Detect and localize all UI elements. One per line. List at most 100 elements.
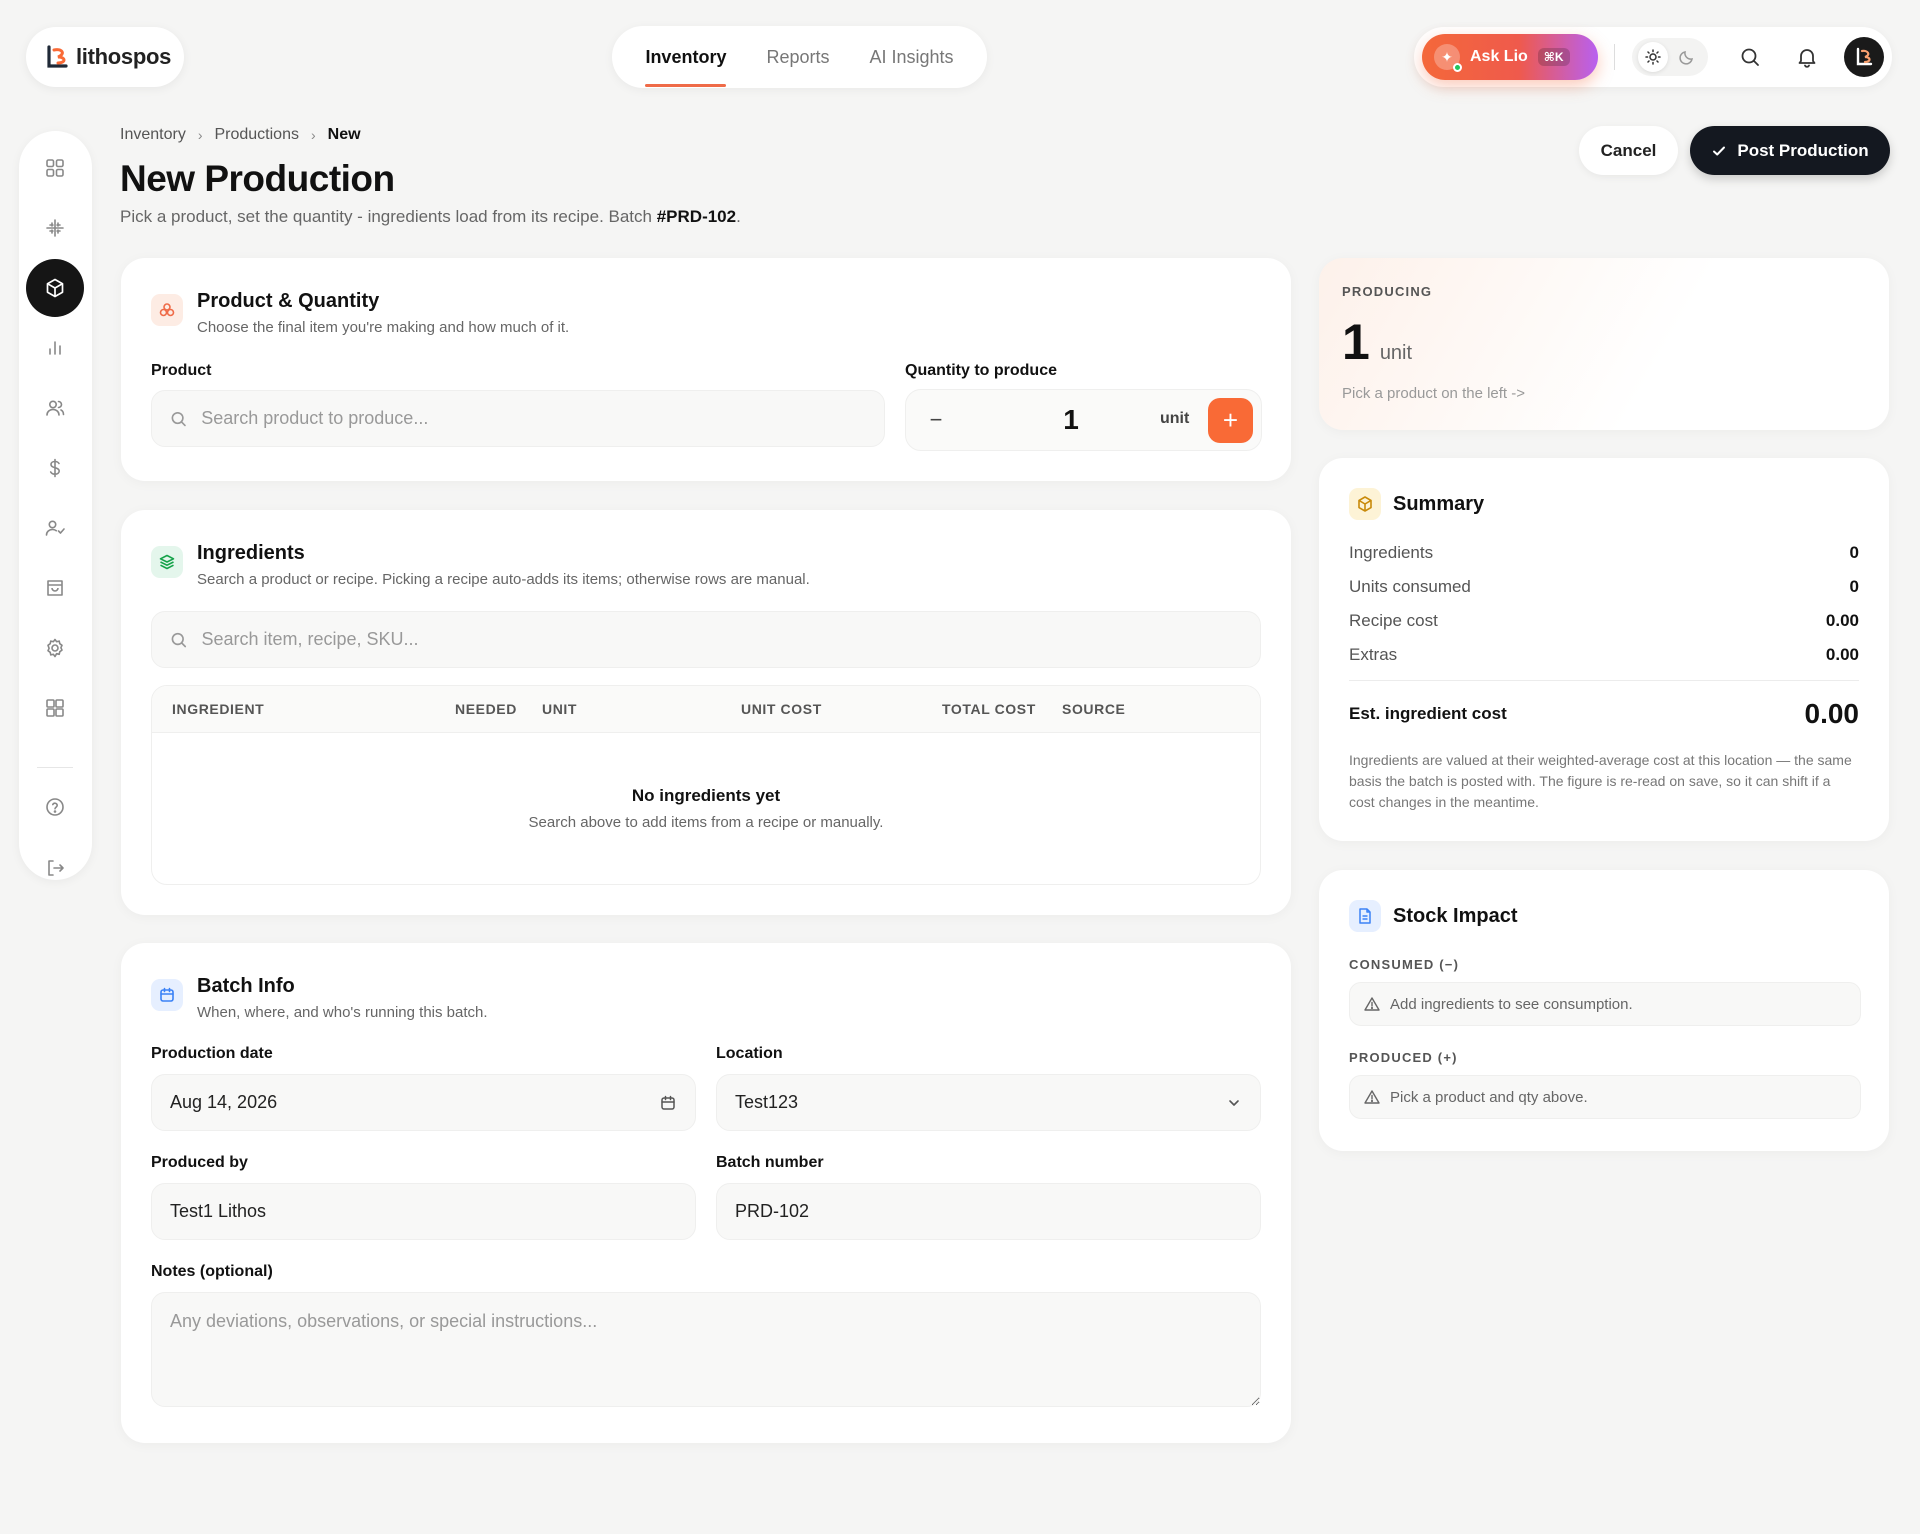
page-subtitle-end: . bbox=[736, 207, 741, 226]
summary-row-value: 0 bbox=[1849, 577, 1859, 596]
chevron-right-icon: › bbox=[310, 127, 316, 143]
batch-number-field[interactable] bbox=[716, 1183, 1261, 1240]
post-production-label: Post Production bbox=[1737, 140, 1869, 160]
producing-hint: Pick a product on the left -> bbox=[1342, 385, 1526, 402]
sidebar-item-finance[interactable] bbox=[26, 439, 84, 497]
location-select[interactable]: Test123 bbox=[716, 1074, 1261, 1131]
breadcrumb-inventory[interactable]: Inventory bbox=[120, 126, 186, 144]
page-subtitle-text: Pick a product, set the quantity - ingre… bbox=[120, 207, 657, 226]
produced-by-field[interactable] bbox=[151, 1183, 696, 1240]
column-source[interactable]: SOURCE bbox=[1062, 701, 1126, 717]
sidebar-item-analytics[interactable] bbox=[26, 319, 84, 377]
produced-by-input[interactable] bbox=[170, 1201, 677, 1222]
product-label: Product bbox=[151, 362, 212, 379]
summary-total-value: 0.00 bbox=[1804, 698, 1860, 729]
column-ingredient[interactable]: INGREDIENT bbox=[172, 701, 264, 717]
divider bbox=[1349, 680, 1859, 681]
sidebar-item-dashboard[interactable] bbox=[26, 139, 84, 197]
product-search-field[interactable] bbox=[151, 390, 885, 447]
post-production-button[interactable]: Post Production bbox=[1690, 126, 1890, 175]
location-value: Test123 bbox=[735, 1092, 799, 1112]
card-title: Product & Quantity bbox=[197, 290, 380, 312]
card-title: Ingredients bbox=[197, 542, 305, 564]
product-search-input[interactable] bbox=[201, 408, 866, 429]
brand-logo-icon bbox=[47, 45, 68, 68]
page-subtitle: Pick a product, set the quantity - ingre… bbox=[120, 207, 741, 227]
search-icon bbox=[171, 411, 186, 426]
card-header: Product & Quantity Choose the final item… bbox=[151, 290, 569, 336]
produced-box: Pick a product and qty above. bbox=[1349, 1075, 1861, 1119]
card-title: Batch Info bbox=[197, 975, 295, 997]
production-date-field[interactable]: Aug 14, 2026 bbox=[151, 1074, 696, 1131]
decrement-button[interactable]: − bbox=[914, 398, 958, 442]
summary-row-value: 0.00 bbox=[1825, 645, 1859, 664]
producing-unit: unit bbox=[1379, 342, 1413, 364]
summary-note: Ingredients are valued at their weighted… bbox=[1349, 752, 1852, 810]
sidebar-item-help[interactable] bbox=[26, 778, 84, 836]
ask-lio-button[interactable]: ✦ Ask Lio ⌘K bbox=[1422, 34, 1598, 80]
top-navigation: Inventory Reports AI Insights bbox=[612, 26, 987, 88]
bell-icon[interactable] bbox=[1795, 45, 1819, 69]
card-header: Ingredients Search a product or recipe. … bbox=[151, 542, 810, 588]
notes-textarea[interactable] bbox=[151, 1292, 1261, 1407]
sidebar-item-logout[interactable] bbox=[26, 839, 84, 897]
product-quantity-card: Product & Quantity Choose the final item… bbox=[121, 258, 1291, 481]
calendar-icon bbox=[151, 979, 183, 1011]
sidebar-item-customers[interactable] bbox=[26, 379, 84, 437]
search-icon[interactable] bbox=[1738, 45, 1762, 69]
grid-icon bbox=[46, 159, 64, 177]
sidebar-item-integrations[interactable] bbox=[26, 199, 84, 257]
quantity-label: Quantity to produce bbox=[905, 362, 1057, 379]
summary-row-label: Ingredients bbox=[1349, 543, 1434, 562]
layers-icon bbox=[151, 546, 183, 578]
warning-icon bbox=[1364, 1090, 1380, 1104]
avatar[interactable] bbox=[1844, 37, 1884, 77]
card-description: Search a product or recipe. Picking a re… bbox=[197, 571, 810, 588]
column-total-cost[interactable]: TOTAL COST bbox=[942, 701, 1036, 717]
theme-toggle[interactable] bbox=[1632, 38, 1708, 76]
sidebar-item-orders[interactable] bbox=[26, 559, 84, 617]
document-icon bbox=[1349, 900, 1381, 932]
card-header: Stock Impact bbox=[1349, 900, 1517, 932]
column-unit[interactable]: UNIT bbox=[542, 701, 577, 717]
table-header: INGREDIENT NEEDED UNIT UNIT COST TOTAL C… bbox=[152, 686, 1260, 733]
sparkle-icon: ✦ bbox=[1434, 44, 1462, 72]
layout-icon bbox=[46, 699, 64, 717]
sun-icon[interactable] bbox=[1638, 42, 1668, 72]
summary-row-extras: Extras 0.00 bbox=[1349, 645, 1859, 665]
summary-row-label: Extras bbox=[1349, 645, 1398, 664]
column-needed[interactable]: NEEDED bbox=[455, 701, 517, 717]
batch-number-input[interactable] bbox=[735, 1201, 1242, 1222]
users-icon bbox=[46, 400, 65, 416]
summary-row-label: Recipe cost bbox=[1349, 611, 1438, 630]
summary-row-units-consumed: Units consumed 0 bbox=[1349, 577, 1859, 597]
breadcrumb-productions[interactable]: Productions bbox=[214, 126, 299, 144]
cancel-button[interactable]: Cancel bbox=[1579, 126, 1678, 175]
tab-reports[interactable]: Reports bbox=[766, 47, 829, 68]
tab-inventory[interactable]: Inventory bbox=[645, 47, 727, 87]
sidebar-item-inventory[interactable] bbox=[26, 259, 84, 317]
package-icon bbox=[1349, 488, 1381, 520]
logo[interactable]: lithospos bbox=[26, 27, 184, 87]
card-description: When, where, and who's running this batc… bbox=[197, 1004, 488, 1021]
summary-row-label: Units consumed bbox=[1349, 577, 1471, 596]
quantity-value[interactable]: 1 bbox=[1026, 404, 1116, 436]
column-unit-cost[interactable]: UNIT COST bbox=[741, 701, 822, 717]
breadcrumb-current: New bbox=[327, 126, 361, 143]
producing-quantity: 1 unit bbox=[1342, 313, 1412, 371]
summary-row-value: 0.00 bbox=[1825, 611, 1859, 630]
ingredient-search-field[interactable] bbox=[151, 611, 1261, 668]
sidebar-item-staff[interactable] bbox=[26, 499, 84, 557]
increment-button[interactable]: + bbox=[1208, 398, 1253, 443]
production-date-value: Aug 14, 2026 bbox=[170, 1092, 278, 1112]
producing-card: PRODUCING 1 unit Pick a product on the l… bbox=[1319, 258, 1889, 430]
sidebar-item-apps[interactable] bbox=[26, 679, 84, 737]
tab-ai-insights[interactable]: AI Insights bbox=[870, 47, 954, 68]
chevron-down-icon bbox=[1229, 1099, 1239, 1106]
calendar-icon[interactable] bbox=[659, 1094, 677, 1112]
sidebar-item-settings[interactable] bbox=[26, 619, 84, 677]
moon-icon[interactable] bbox=[1672, 42, 1702, 72]
card-header: Batch Info When, where, and who's runnin… bbox=[151, 975, 488, 1021]
ingredient-search-input[interactable] bbox=[201, 629, 1242, 650]
consumed-label: CONSUMED (−) bbox=[1349, 957, 1460, 972]
